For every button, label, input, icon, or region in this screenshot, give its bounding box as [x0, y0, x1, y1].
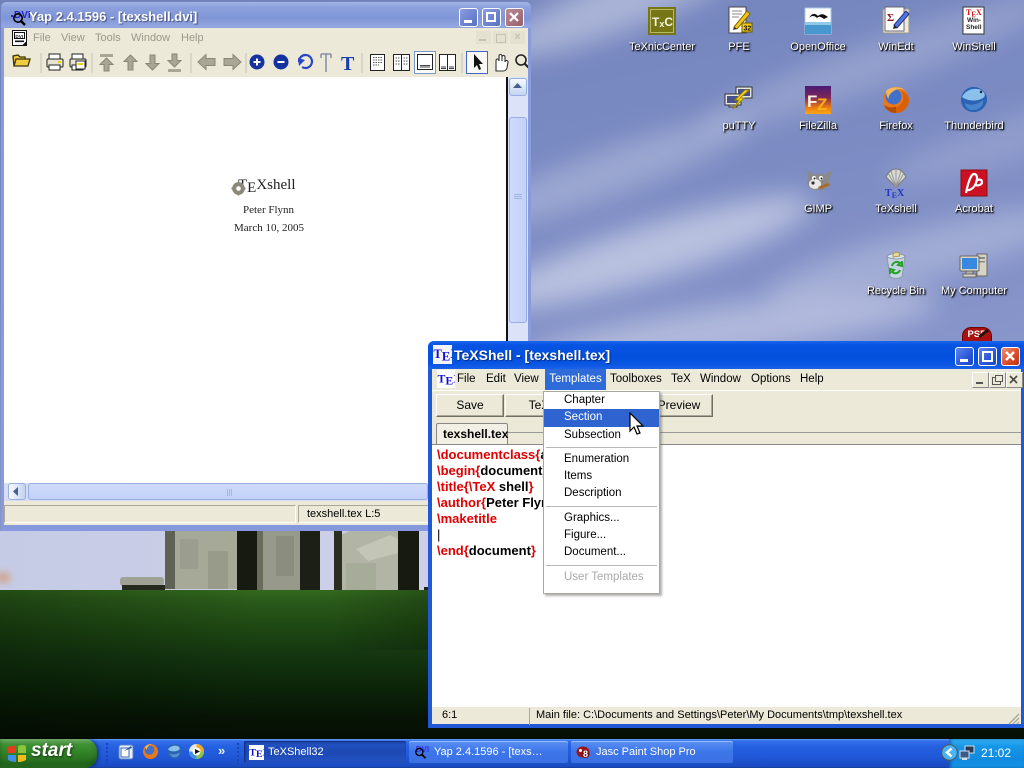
svg-text:Z: Z: [817, 95, 827, 114]
svg-text:8: 8: [583, 749, 588, 759]
svg-text:TEX: TEX: [437, 371, 455, 387]
svg-text:Shell: Shell: [966, 24, 982, 31]
svg-text:Σ: Σ: [887, 12, 894, 24]
svg-text:Win-: Win-: [967, 17, 981, 24]
svg-text:DVI: DVI: [15, 34, 23, 39]
svg-text:TEX: TEX: [249, 747, 264, 760]
svg-text:32: 32: [744, 26, 752, 33]
svg-text:TEX: TEX: [885, 188, 905, 199]
svg-text:F: F: [807, 92, 817, 111]
svg-text:T: T: [341, 53, 355, 75]
